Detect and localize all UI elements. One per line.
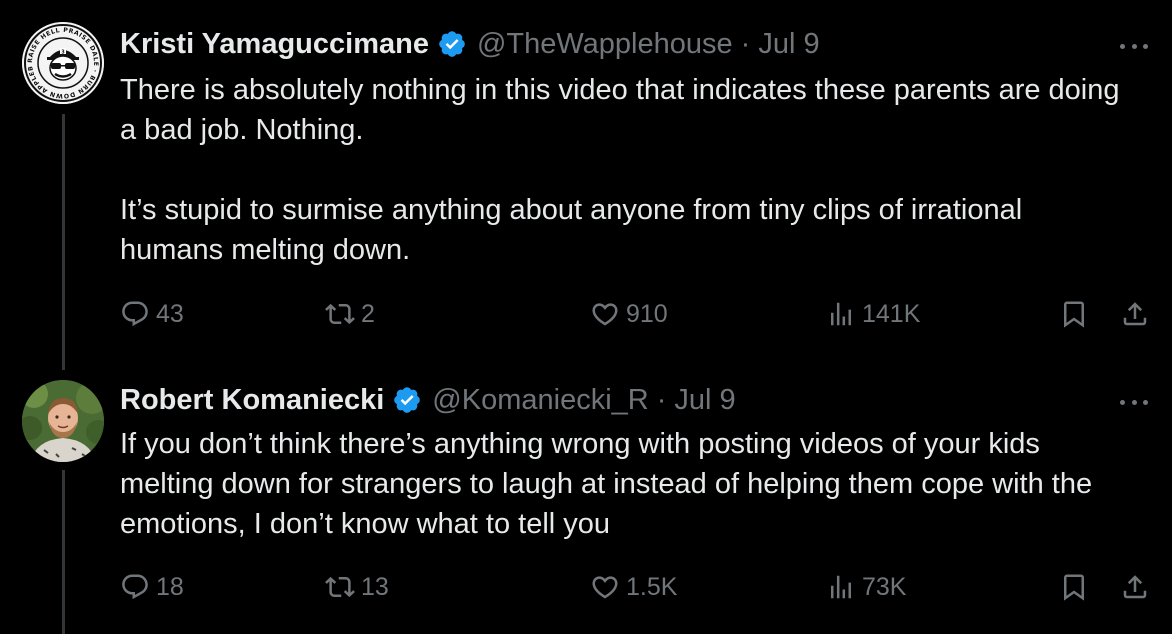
reply-count: 43	[156, 299, 184, 328]
bookmark-icon	[1064, 574, 1084, 601]
views-count: 141K	[862, 299, 921, 328]
svg-text:3: 3	[61, 50, 65, 56]
repost-button[interactable]: 13	[325, 567, 389, 607]
share-icon	[1123, 575, 1147, 599]
thread-connector-line	[62, 114, 65, 370]
more-dots-icon[interactable]	[1120, 392, 1148, 412]
tweet-header: Robert Komaniecki @Komaniecki_R · Jul 9	[120, 380, 736, 420]
header-separator: ·	[740, 27, 751, 60]
tweet-text: There is absolutely nothing in this vide…	[120, 70, 1130, 270]
share-icon	[1123, 302, 1147, 326]
heart-icon	[592, 576, 618, 599]
views-chart-icon	[831, 302, 851, 326]
tweet[interactable]: RAISE HELL PRAISE DALE · BURN DOWN APPLE…	[0, 0, 1172, 370]
author-name[interactable]: Kristi Yamaguccimane	[120, 28, 429, 61]
tweet-date[interactable]: Jul 9	[758, 28, 819, 61]
like-button[interactable]: 1.5K	[590, 567, 677, 607]
avatar[interactable]	[22, 380, 104, 462]
repost-icon	[325, 576, 355, 598]
header-separator: ·	[656, 383, 667, 416]
reply-button[interactable]: 18	[120, 567, 184, 607]
bookmark-button[interactable]	[1059, 567, 1089, 607]
repost-count: 2	[361, 299, 375, 328]
tweet-paragraph: If you don’t think there’s anything wron…	[120, 428, 1093, 540]
person-photo-avatar	[22, 380, 104, 462]
bookmark-icon	[1064, 301, 1084, 328]
tweet[interactable]: Robert Komaniecki @Komaniecki_R · Jul 9 …	[0, 370, 1172, 634]
badge-logo-avatar: RAISE HELL PRAISE DALE · BURN DOWN APPLE…	[22, 22, 104, 104]
verified-badge-icon	[439, 31, 465, 57]
repost-icon	[325, 303, 355, 325]
like-button[interactable]: 910	[590, 294, 668, 334]
views-count: 73K	[862, 572, 907, 601]
views-chart-icon	[831, 575, 851, 599]
tweet-action-bar: 18 13 1.5K 73K	[120, 567, 1160, 607]
views-button[interactable]: 141K	[826, 294, 920, 334]
more-dots-icon[interactable]	[1120, 36, 1148, 56]
tweet-date[interactable]: Jul 9	[674, 384, 735, 417]
tweet-thread: RAISE HELL PRAISE DALE · BURN DOWN APPLE…	[0, 0, 1172, 634]
repost-count: 13	[361, 572, 389, 601]
author-handle[interactable]: @Komaniecki_R	[432, 384, 648, 417]
share-button[interactable]	[1120, 567, 1150, 607]
tweet-action-bar: 43 2 910 141K	[120, 294, 1160, 334]
verified-badge-icon	[394, 387, 421, 413]
thread-connector-line	[62, 470, 65, 634]
share-button[interactable]	[1120, 294, 1150, 334]
reply-icon	[122, 574, 148, 600]
avatar[interactable]: RAISE HELL PRAISE DALE · BURN DOWN APPLE…	[22, 22, 104, 104]
heart-icon	[592, 303, 618, 326]
reply-count: 18	[156, 572, 184, 601]
bookmark-button[interactable]	[1059, 294, 1089, 334]
like-count: 1.5K	[626, 572, 678, 601]
tweet-paragraph: It’s stupid to surmise anything about an…	[120, 194, 1023, 266]
reply-button[interactable]: 43	[120, 294, 184, 334]
reply-icon	[122, 301, 148, 327]
tweet-header: Kristi Yamaguccimane @TheWapplehouse · J…	[120, 24, 820, 64]
tweet-text: If you don’t think there’s anything wron…	[120, 424, 1130, 544]
like-count: 910	[626, 299, 668, 328]
views-button[interactable]: 73K	[826, 567, 906, 607]
author-name[interactable]: Robert Komaniecki	[120, 384, 384, 417]
author-handle[interactable]: @TheWapplehouse	[477, 28, 733, 61]
repost-button[interactable]: 2	[325, 294, 375, 334]
tweet-paragraph: There is absolutely nothing in this vide…	[120, 74, 1120, 146]
